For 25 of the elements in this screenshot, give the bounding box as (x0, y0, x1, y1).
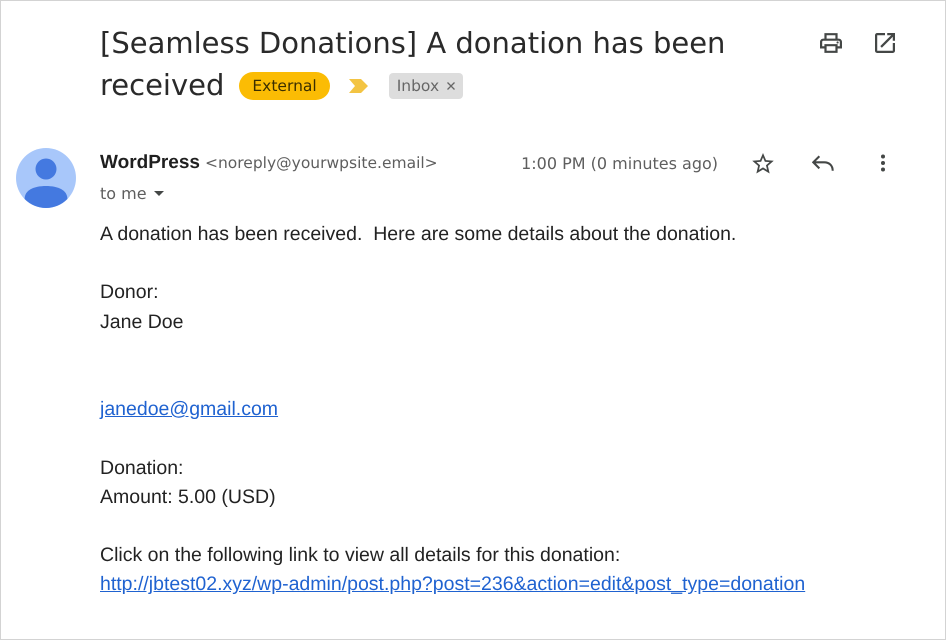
body-text: Donor: (100, 281, 159, 304)
close-icon[interactable] (447, 82, 456, 90)
caret-icon[interactable] (154, 190, 164, 196)
print-icon[interactable] (820, 33, 842, 53)
avatar-icon (16, 148, 76, 208)
body-text: Click on the following link to view all details for this donation: (100, 544, 620, 566)
body-link[interactable]: janedoe@gmail.com (100, 398, 278, 420)
body-text: Donation: (100, 456, 184, 478)
star-icon[interactable] (752, 152, 774, 174)
body-text: Jane Doe (100, 310, 184, 333)
open-in-new-window-icon[interactable] (875, 33, 895, 53)
sender-name: WordPress (100, 152, 200, 174)
message-time: 1:00 PM (0 minutes ago) (521, 154, 718, 172)
subject-title: received (100, 68, 224, 102)
reply-icon[interactable] (812, 154, 834, 172)
importance-marker-icon[interactable] (348, 79, 368, 93)
recipient-text: to me (100, 184, 147, 202)
body-text: A donation has been received. Here are some details about the donation. (100, 223, 736, 245)
subject-title: [Seamless Donations] A donation has been (100, 26, 726, 60)
body-link[interactable]: http://jbtest02.xyz/wp-admin/post.php?post=236&action=edit&post_type=donation (100, 573, 806, 596)
more-options-icon[interactable] (880, 154, 886, 172)
label-chip[interactable]: Inbox (388, 73, 464, 99)
body-text: Amount: 5.00 (USD) (100, 486, 276, 508)
label-chip[interactable]: External (239, 72, 330, 100)
sender-email: <noreply@yourwpsite.email> (204, 154, 438, 172)
